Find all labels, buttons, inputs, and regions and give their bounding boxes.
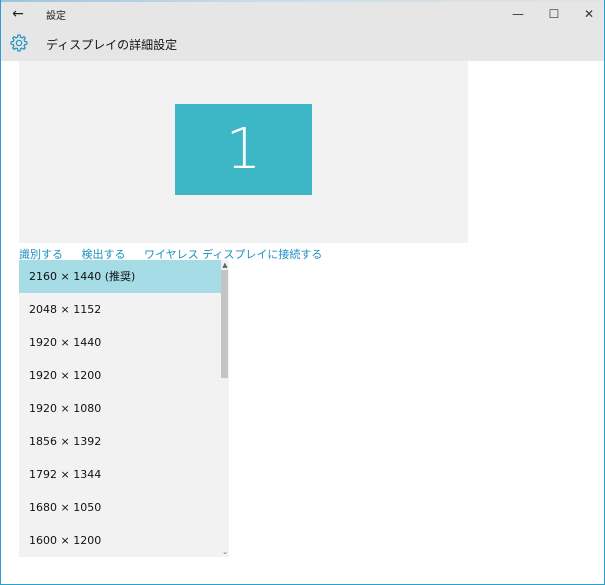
resolution-option[interactable]: 2160 × 1440 (推奨) <box>19 260 221 293</box>
resolution-option[interactable]: 1920 × 1200 <box>19 359 221 392</box>
scroll-down-arrow-icon[interactable]: ⌄ <box>221 547 229 557</box>
resolution-option[interactable]: 1600 × 1200 <box>19 524 221 557</box>
resolution-option[interactable]: 2048 × 1152 <box>19 293 221 326</box>
monitor-1[interactable]: 1 <box>175 104 312 195</box>
resolution-dropdown-list[interactable]: 2160 × 1440 (推奨) 2048 × 1152 1920 × 1440… <box>19 260 229 557</box>
maximize-button[interactable]: ☐ <box>537 2 571 27</box>
close-button[interactable]: ✕ <box>572 2 604 27</box>
gear-icon <box>10 34 28 52</box>
resolution-option[interactable]: 1856 × 1392 <box>19 425 221 458</box>
resolution-option[interactable]: 1792 × 1344 <box>19 458 221 491</box>
scroll-up-arrow-icon[interactable]: ▲ <box>221 260 229 270</box>
minimize-button[interactable]: — <box>501 2 535 27</box>
main-content: 1 識別する 検出する ワイヤレス ディスプレイに接続する 2160 × 144… <box>1 61 604 581</box>
resolution-option[interactable]: 1920 × 1440 <box>19 326 221 359</box>
window-title: 設定 <box>46 11 66 22</box>
resolution-option[interactable]: 1920 × 1080 <box>19 392 221 425</box>
scrollbar-thumb[interactable] <box>221 270 228 378</box>
title-bar: ← 設定 — ☐ ✕ <box>1 2 604 27</box>
back-arrow-icon[interactable]: ← <box>7 5 29 23</box>
page-header: ディスプレイの詳細設定 <box>1 27 604 61</box>
resolution-option[interactable]: 1680 × 1050 <box>19 491 221 524</box>
settings-window: ← 設定 — ☐ ✕ ディスプレイの詳細設定 1 識別する 検出する ワイヤレス… <box>0 0 605 585</box>
page-title: ディスプレイの詳細設定 <box>46 38 178 52</box>
display-preview: 1 <box>19 61 468 243</box>
